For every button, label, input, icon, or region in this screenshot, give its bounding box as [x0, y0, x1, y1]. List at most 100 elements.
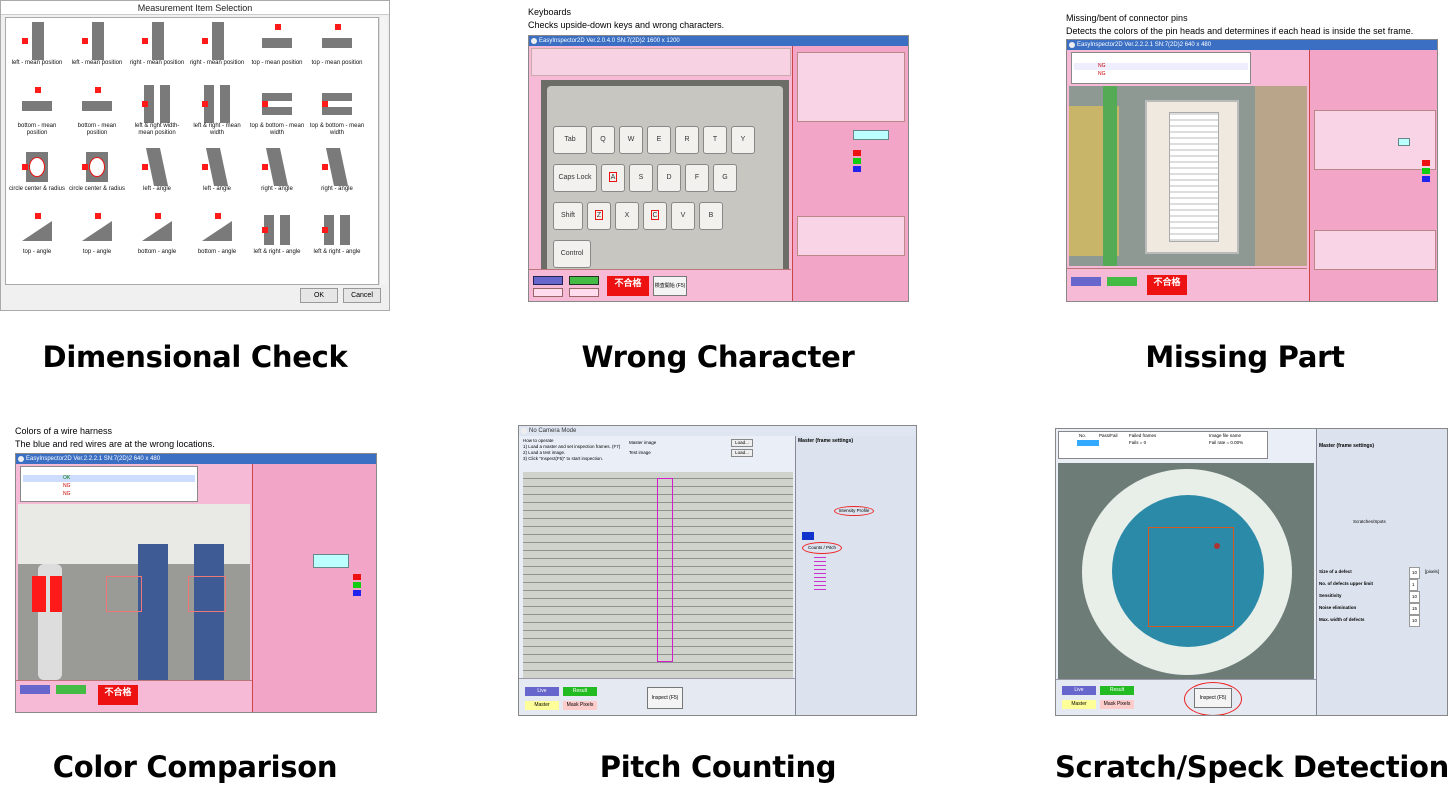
- measurement-item[interactable]: bottom - angle: [188, 209, 246, 271]
- mp-row-2[interactable]: NG: [1074, 71, 1248, 78]
- measurement-item[interactable]: left - angle: [128, 146, 186, 208]
- measurement-item-label: top & bottom - mean width: [309, 123, 365, 136]
- measurement-item-grid[interactable]: left - mean position left - mean position…: [5, 17, 379, 285]
- keyboard-key: G: [713, 164, 737, 192]
- measurement-item-label: left & right - angle: [313, 249, 361, 255]
- scratch-param-row[interactable]: Noise elimination 15: [1319, 603, 1447, 615]
- cc-window-title: EasyInspector2D Ver.2.2.2.1 SN:7(2D)2 64…: [16, 454, 376, 464]
- measurement-item[interactable]: top - mean position: [308, 20, 366, 82]
- pc-result-button[interactable]: Result: [563, 687, 597, 696]
- sd-result-button[interactable]: Result: [1100, 686, 1134, 695]
- measurement-item[interactable]: bottom - mean position: [68, 83, 126, 145]
- keyboard-key: D: [657, 164, 681, 192]
- measurement-item[interactable]: left & right width-mean position: [128, 83, 186, 145]
- measurement-item-icon: [142, 85, 172, 123]
- cc-red-wire-1: [32, 576, 46, 612]
- measurement-item-label: right - angle: [261, 186, 293, 192]
- pc-window-title: No Camera Mode: [519, 426, 916, 436]
- measurement-item-icon: [322, 85, 352, 123]
- measurement-item[interactable]: bottom - mean position: [8, 83, 66, 145]
- sd-results-table[interactable]: No. Pass/Fail Failed frames Image file n…: [1058, 431, 1268, 459]
- pc-count-pitch-tab[interactable]: Counts / Pitch: [802, 542, 842, 554]
- scratch-param-row[interactable]: Size of a defect 10 [pixels]: [1319, 567, 1447, 579]
- keyboard-key: R: [675, 126, 699, 154]
- measurement-item-icon: [82, 22, 112, 60]
- cc-row-1[interactable]: OK: [23, 475, 195, 482]
- measurement-item[interactable]: right - angle: [308, 146, 366, 208]
- pc-load-master-button[interactable]: Load...: [731, 439, 753, 447]
- sd-mask-button[interactable]: Mask Pixels: [1100, 700, 1134, 709]
- measurement-item[interactable]: left & right - angle: [308, 209, 366, 271]
- measurement-item[interactable]: left - mean position: [8, 20, 66, 82]
- mp-row-1[interactable]: NG: [1074, 63, 1248, 70]
- measurement-item[interactable]: left & right - mean width: [188, 83, 246, 145]
- keyboard-key: Shift: [553, 202, 583, 230]
- measurement-item-label: circle center & radius: [68, 186, 126, 192]
- cc-subheading: The blue and red wires are at the wrong …: [15, 439, 215, 449]
- scratch-param-row[interactable]: No. of defects upper limit 1: [1319, 579, 1447, 591]
- wc-window-title: EasyInspector2D Ver.2.0.4.0 SN:7(2D)2 16…: [529, 36, 908, 46]
- measurement-item-label: left - mean position: [71, 60, 123, 66]
- measurement-item-label: left & right - mean width: [193, 123, 241, 136]
- wc-camera-view: Tab Q W E R T Y Caps Lock A S D F G Shift Z X C V B Control: [541, 80, 789, 298]
- pc-live-button[interactable]: Live: [525, 687, 559, 696]
- pc-master-button[interactable]: Master: [525, 701, 559, 710]
- measurement-item[interactable]: top - mean position: [248, 20, 306, 82]
- measurement-item[interactable]: top - angle: [68, 209, 126, 271]
- measurement-item[interactable]: circle center & radius: [8, 146, 66, 208]
- measurement-item[interactable]: bottom - angle: [128, 209, 186, 271]
- cc-row-3[interactable]: NG: [23, 491, 195, 498]
- measurement-item-icon: [22, 148, 52, 186]
- measurement-item[interactable]: left - angle: [188, 146, 246, 208]
- sd-live-button[interactable]: Live: [1062, 686, 1096, 695]
- keyboard-key: W: [619, 126, 643, 154]
- measurement-item-icon: [22, 211, 52, 249]
- measurement-item-label: top - angle: [22, 249, 52, 255]
- pc-intensity-tab[interactable]: Intensity Profile: [834, 506, 874, 516]
- measurement-item-label: left - angle: [142, 186, 172, 192]
- measurement-item-label: right - angle: [321, 186, 353, 192]
- wc-inspect-button[interactable]: 検査開始 (F5): [653, 276, 687, 296]
- scratch-param-row[interactable]: Sensitivity 10: [1319, 591, 1447, 603]
- measurement-item[interactable]: right - mean position: [188, 20, 246, 82]
- sd-inspect-button[interactable]: Inspect (F5): [1194, 688, 1232, 708]
- wc-keyboard: Tab Q W E R T Y Caps Lock A S D F G Shift Z X C V B Control: [547, 86, 783, 286]
- measurement-item-icon: [82, 211, 112, 249]
- measurement-item[interactable]: right - angle: [248, 146, 306, 208]
- ok-button[interactable]: OK: [300, 288, 338, 303]
- measurement-item[interactable]: circle center & radius: [68, 146, 126, 208]
- dialog-scrollbar[interactable]: [379, 17, 387, 285]
- cancel-button[interactable]: Cancel: [343, 288, 381, 303]
- sd-master-button[interactable]: Master: [1062, 700, 1096, 709]
- measurement-item[interactable]: right - mean position: [128, 20, 186, 82]
- measurement-item-icon: [262, 85, 292, 123]
- pc-inspect-button[interactable]: Inspect (F5): [647, 687, 683, 709]
- measurement-item-icon: [322, 22, 352, 60]
- measurement-item-label: right - mean position: [189, 60, 245, 66]
- sd-app-window: No. Pass/Fail Failed frames Image file n…: [1055, 428, 1448, 716]
- measurement-item-icon: [202, 85, 232, 123]
- measurement-item-icon: [322, 211, 352, 249]
- caption-scratch-speck: Scratch/Speck Detection: [1054, 750, 1450, 784]
- measurement-item[interactable]: top - angle: [8, 209, 66, 271]
- measurement-item-icon: [82, 85, 112, 123]
- measurement-item-icon: [262, 148, 292, 186]
- measurement-item-label: bottom - mean position: [17, 123, 57, 136]
- cc-row-2[interactable]: NG: [23, 483, 195, 490]
- measurement-item[interactable]: left - mean position: [68, 20, 126, 82]
- measurement-item-label: left & right - angle: [253, 249, 301, 255]
- measurement-item[interactable]: top & bottom - mean width: [308, 83, 366, 145]
- wc-howto-box: [531, 48, 791, 76]
- scratch-param-row[interactable]: Max. width of defects 10: [1319, 615, 1447, 627]
- measurement-item[interactable]: top & bottom - mean width: [248, 83, 306, 145]
- pc-mask-button[interactable]: Mask Pixels: [563, 701, 597, 710]
- pc-load-test-button[interactable]: Load...: [731, 449, 753, 457]
- sd-settings-panel: Master (frame settings) Scratches/Spots …: [1316, 429, 1447, 715]
- measurement-item-icon: [202, 211, 232, 249]
- keyboard-key: Tab: [553, 126, 587, 154]
- keyboard-key: B: [699, 202, 723, 230]
- wc-result-badge: 不合格: [607, 276, 649, 296]
- caption-color-comparison: Color Comparison: [52, 750, 338, 784]
- caption-missing-part: Missing Part: [1145, 340, 1345, 374]
- measurement-item[interactable]: left & right - angle: [248, 209, 306, 271]
